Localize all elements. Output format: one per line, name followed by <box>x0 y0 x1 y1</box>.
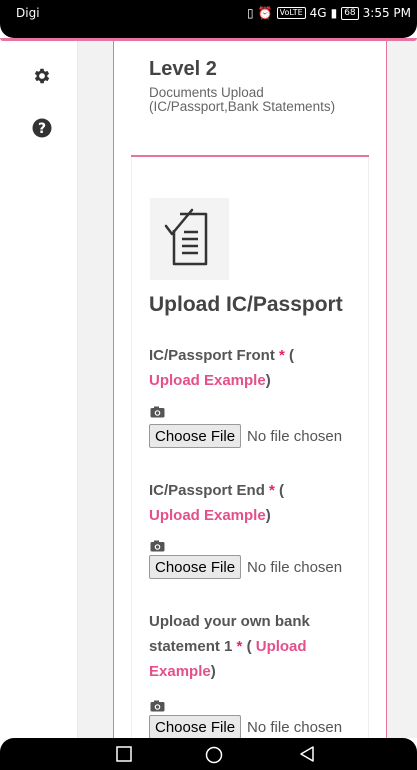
help-icon[interactable]: ? <box>32 118 54 140</box>
status-indicators: ▯ ⏰ VoLTE 4G ▮ 68 3:55 PM <box>247 6 411 20</box>
sidebar: ? <box>0 38 78 738</box>
choose-file-button[interactable]: Choose File <box>149 555 242 579</box>
upload-example-link[interactable]: Upload Example <box>149 507 266 524</box>
level-title: Level 2 <box>149 58 217 80</box>
field-label-text: IC/Passport End <box>149 482 265 499</box>
paren-close: ) <box>265 507 271 524</box>
required-marker: * <box>236 638 243 655</box>
bank-statement-label: Upload your own bank statement 1 * ( Upl… <box>149 609 349 684</box>
clock: 3:55 PM <box>362 6 411 20</box>
navigation-bar <box>0 738 417 770</box>
field-label-text: IC/Passport Front <box>149 347 275 364</box>
file-status: No file chosen <box>247 427 343 445</box>
back-icon[interactable] <box>299 746 315 762</box>
battery-level: 68 <box>341 6 359 20</box>
paren-open: ( <box>279 482 285 499</box>
ic-front-file-input: Choose File No file chosen <box>149 424 342 448</box>
paren-close: ) <box>210 663 216 680</box>
camera-icon <box>150 406 165 418</box>
paren-open: ( <box>289 347 295 364</box>
choose-file-button[interactable]: Choose File <box>149 715 242 739</box>
upload-section-title: Upload IC/Passport <box>149 293 343 316</box>
recent-apps-icon[interactable] <box>116 746 132 762</box>
volte-badge: VoLTE <box>276 7 306 19</box>
ic-end-file-input: Choose File No file chosen <box>149 555 342 579</box>
home-icon[interactable] <box>205 746 223 764</box>
required-marker: * <box>279 347 285 364</box>
signal-icon: ▮ <box>330 6 338 20</box>
carrier-name: Digi <box>16 6 40 20</box>
ic-end-label: IC/Passport End * ( Upload Example) <box>149 478 364 528</box>
status-bar: Digi ▯ ⏰ VoLTE 4G ▮ 68 3:55 PM <box>0 0 417 38</box>
bank-statement-file-input: Choose File No file chosen <box>149 715 342 739</box>
document-checklist-icon <box>150 198 229 280</box>
network-type: 4G <box>309 6 327 20</box>
required-marker: * <box>269 482 275 499</box>
gear-icon[interactable] <box>32 66 54 88</box>
level-description: Documents Upload (IC/Passport,Bank State… <box>149 85 336 114</box>
file-status: No file chosen <box>247 558 343 576</box>
camera-icon <box>150 540 165 552</box>
svg-text:?: ? <box>38 121 46 137</box>
paren-open: ( <box>246 638 252 655</box>
vibrate-icon: ▯ <box>247 6 254 20</box>
camera-icon <box>150 700 165 712</box>
paren-close: ) <box>265 372 271 389</box>
file-status: No file chosen <box>247 718 343 736</box>
alarm-icon: ⏰ <box>257 6 273 20</box>
ic-front-label: IC/Passport Front * ( Upload Example) <box>149 343 364 393</box>
header-accent-line <box>0 38 417 41</box>
choose-file-button[interactable]: Choose File <box>149 424 242 448</box>
upload-example-link[interactable]: Upload Example <box>149 372 266 389</box>
